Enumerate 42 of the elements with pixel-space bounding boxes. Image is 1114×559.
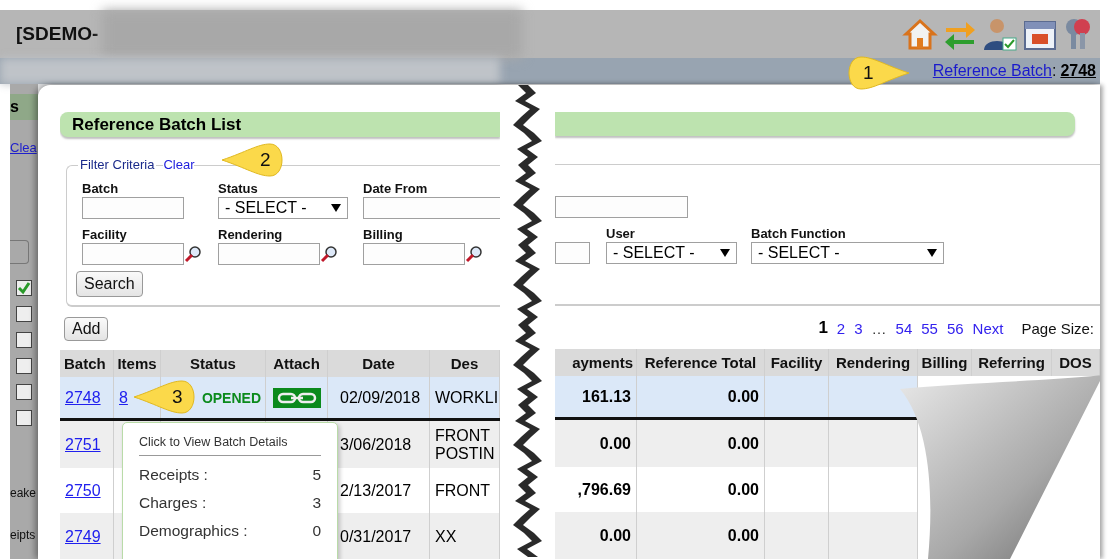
title-bar: Reference Batch List xyxy=(60,112,500,137)
sidebar-label: eake xyxy=(10,486,38,500)
separator-text: : xyxy=(1051,62,1057,80)
field-label: Batch xyxy=(82,181,120,197)
cell-text: 3/06/2018 xyxy=(340,435,412,454)
stat-label: Charges : xyxy=(139,494,207,513)
stat-value: 3 xyxy=(312,494,321,513)
cell-text: FRONT POSTIN xyxy=(435,426,495,463)
sidebar-label: eipts xyxy=(10,528,37,542)
ellipsis-text: … xyxy=(871,319,887,337)
stat-label: Receipts : xyxy=(139,466,208,485)
status-text: OPENED xyxy=(201,389,261,406)
page-size-label: Page Size: xyxy=(1021,319,1094,337)
field-label: User xyxy=(606,226,636,243)
cell-text: 02/09/2018 xyxy=(340,388,421,407)
cell-text: 0/31/2017 xyxy=(340,527,412,546)
cell-text: 0.00 xyxy=(599,434,631,453)
field-label: Billing xyxy=(363,227,404,243)
app-title: [SDEMO- xyxy=(16,23,99,45)
cell-text: WORKLI xyxy=(435,388,499,407)
cell-text: 0.00 xyxy=(727,387,759,406)
column-header: Billing xyxy=(918,349,972,376)
cell-text: 161.13 xyxy=(582,387,631,406)
sidebar-heading: s xyxy=(10,94,38,120)
cell-text: ,796.69 xyxy=(577,480,631,499)
field-label: Facility xyxy=(82,227,128,243)
field-label: Status xyxy=(218,181,259,197)
stat-value: 5 xyxy=(312,466,321,485)
cell-text: 2/13/2017 xyxy=(340,481,412,500)
tooltip-title: Click to View Batch Details xyxy=(139,435,321,456)
field-label: Batch Function xyxy=(751,226,847,243)
field-label: Rendering xyxy=(218,227,284,243)
stat-value: 0 xyxy=(312,522,321,541)
cell-text: XX xyxy=(435,527,457,546)
cell-text: FRONT xyxy=(435,481,491,500)
cell-text: 0.00 xyxy=(727,526,759,545)
field-label: Date From xyxy=(363,181,429,197)
cell-text: 0.00 xyxy=(727,480,759,499)
cell-text: 0.00 xyxy=(599,526,631,545)
column-header: Referring xyxy=(972,349,1052,376)
stat-label: Demographics : xyxy=(139,522,248,541)
cell-text: 0.00 xyxy=(727,434,759,453)
